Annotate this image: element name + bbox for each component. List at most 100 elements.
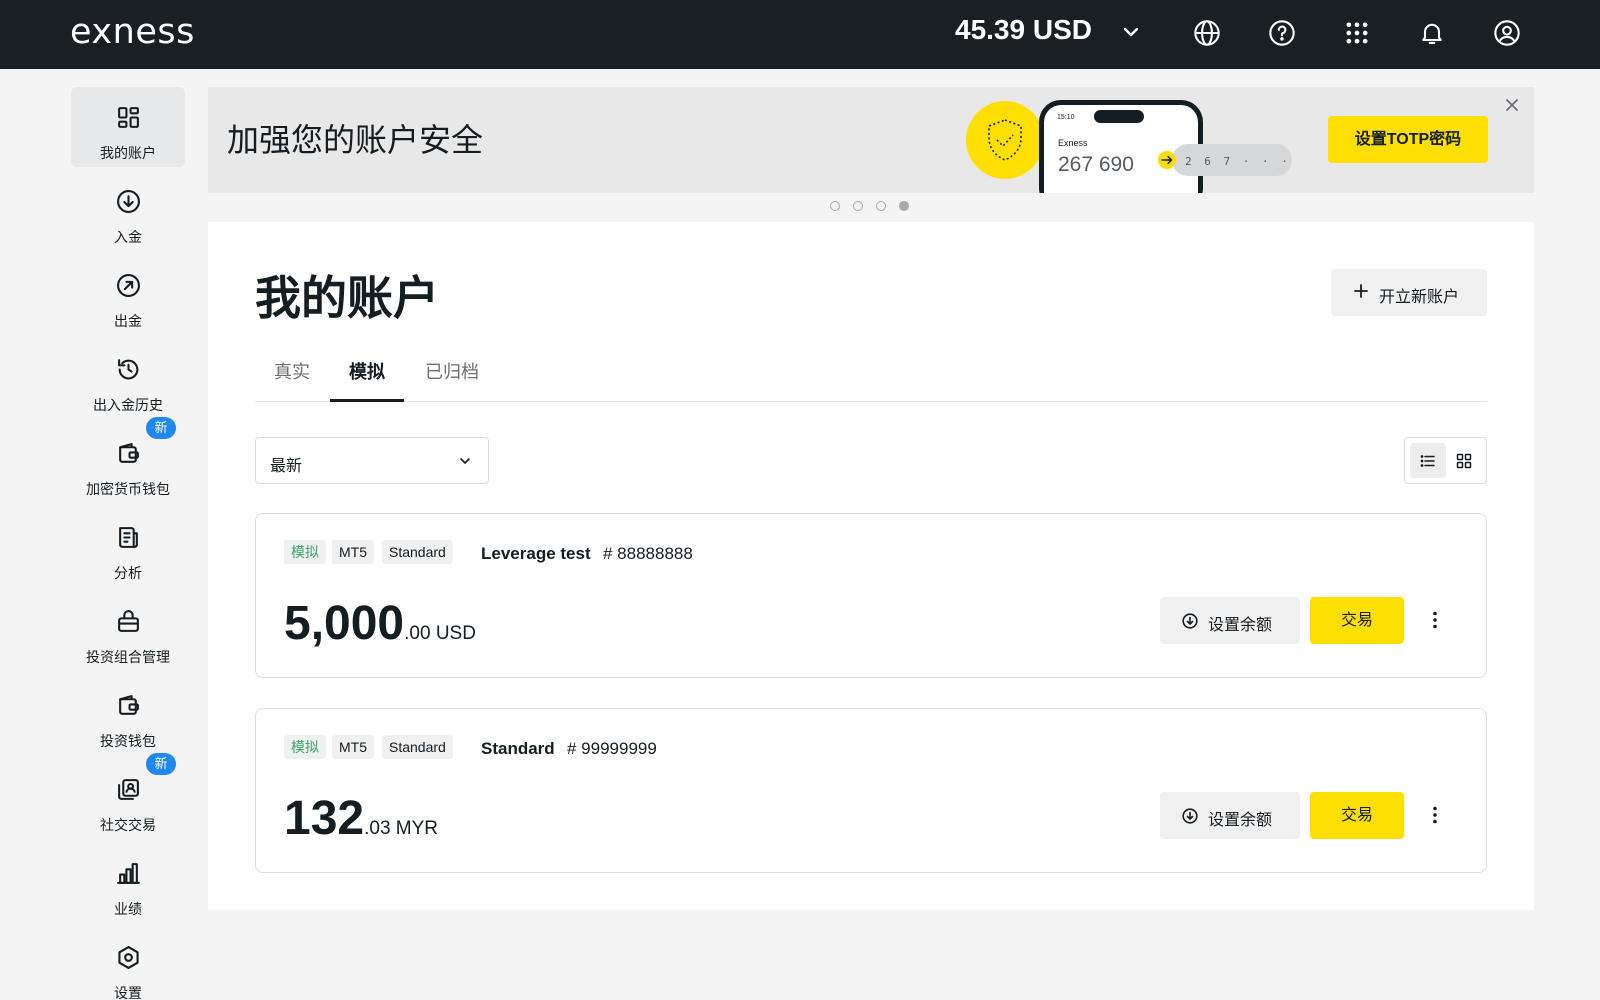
sidebar-item-label: 出金 [114,313,142,329]
sidebar-item-social-trading[interactable]: 社交交易 新 [71,753,185,839]
deposit-icon [1182,613,1198,629]
view-toggle [1404,437,1487,484]
grid-icon [1456,453,1472,469]
tab-real[interactable]: 真实 [274,358,310,402]
account-name: Standard [481,739,555,758]
phone-illustration: 15:10 Exness 267 690 2 6 7 · · · [966,100,1292,193]
open-new-account-label: 开立新账户 [1379,289,1460,306]
close-icon[interactable] [1504,97,1520,113]
account-amount: 132.03 MYR [284,791,438,846]
demo-tag: 模拟 [284,540,326,564]
new-badge: 新 [146,417,176,439]
list-view-button[interactable] [1410,443,1446,478]
sidebar-item-label: 我的账户 [100,145,156,161]
withdraw-icon [117,274,140,297]
demo-tag: 模拟 [284,735,326,759]
set-balance-button[interactable]: 设置余额 [1160,597,1300,644]
sidebar-item-investment-wallet[interactable]: 投资钱包 [71,675,185,755]
account-amount: 5,000.00 USD [284,596,476,651]
page-title: 我的账户 [255,272,439,324]
account-balance[interactable]: 45.39 USD [955,14,1092,46]
sort-value: 最新 [270,458,303,475]
deposit-icon [117,190,140,213]
account-type-tabs: 真实 模拟 已归档 [255,352,1487,402]
phone-code: 267 690 [1058,153,1134,176]
carousel-dot[interactable] [830,201,840,211]
set-balance-label: 设置余额 [1208,812,1273,829]
sidebar-item-analytics[interactable]: 分析 [71,507,185,587]
account-type-tag: Standard [382,540,453,564]
investment-wallet-icon [119,695,139,715]
carousel-dot-active[interactable] [899,201,909,211]
amount-integer: 132 [284,792,365,845]
open-new-account-button[interactable]: 开立新账户 [1331,269,1487,316]
trade-button[interactable]: 交易 [1310,792,1404,839]
sidebar-item-label: 社交交易 [100,817,156,833]
accounts-panel: 我的账户 开立新账户 真实 模拟 已归档 最新 模拟 MT5 Standard … [208,222,1534,910]
sidebar-item-label: 加密货币钱包 [86,481,170,497]
platform-tag: MT5 [332,735,374,759]
sidebar-item-label: 出入金历史 [93,397,163,413]
new-badge: 新 [146,753,176,775]
grid-view-button[interactable] [1446,443,1482,478]
amount-decimal: .03 MYR [364,818,439,839]
wallet-icon [119,443,139,463]
amount-decimal: .00 USD [404,623,476,644]
sidebar-item-performance[interactable]: 业绩 [71,843,185,923]
plus-icon [1354,284,1368,298]
carousel-dot[interactable] [876,201,886,211]
sidebar-item-label: 设置 [114,985,142,1000]
phone-time: 15:10 [1057,114,1075,121]
account-number: # 88888888 [603,544,693,563]
set-balance-label: 设置余额 [1208,617,1273,634]
sidebar-item-label: 业绩 [114,901,142,917]
help-icon[interactable] [1268,19,1296,47]
sidebar-item-label: 分析 [114,565,142,581]
tab-demo[interactable]: 模拟 [330,358,404,402]
platform-tag: MT5 [332,540,374,564]
account-card: 模拟 MT5 Standard Leverage test # 88888888… [255,513,1487,678]
sidebar-item-history[interactable]: 出入金历史 [71,339,185,419]
carousel-dot[interactable] [853,201,863,211]
sort-dropdown[interactable]: 最新 [255,437,489,484]
sidebar-item-withdraw[interactable]: 出金 [71,255,185,335]
setup-totp-button[interactable]: 设置TOTP密码 [1328,116,1488,163]
sidebar-item-crypto-wallet[interactable]: 加密货币钱包 新 [71,417,185,503]
set-balance-button[interactable]: 设置余额 [1160,792,1300,839]
account-name: Leverage test [481,544,591,563]
sidebar-item-label: 投资组合管理 [86,649,170,665]
exness-logo[interactable]: exness [70,12,195,52]
deposit-icon [1182,808,1198,824]
sidebar-item-label: 入金 [114,229,142,245]
performance-icon [117,863,140,884]
profile-icon[interactable] [1493,19,1521,47]
tab-archived[interactable]: 已归档 [425,358,479,402]
more-options-icon[interactable] [1424,609,1446,631]
dashboard-icon [118,107,139,128]
phone-brand: Exness [1058,138,1088,148]
history-icon [118,359,139,380]
sidebar-item-my-accounts[interactable]: 我的账户 [71,87,185,167]
more-options-icon[interactable] [1424,804,1446,826]
banner-title: 加强您的账户安全 [227,122,484,158]
trade-button[interactable]: 交易 [1310,597,1404,644]
globe-icon[interactable] [1193,19,1221,47]
amount-integer: 5,000 [284,597,405,650]
account-card: 模拟 MT5 Standard Standard # 99999999 132.… [255,708,1487,873]
sidebar-item-settings[interactable]: 设置 [71,927,185,1000]
account-number: # 99999999 [567,739,657,758]
code-digits: 2 6 7 · · · [1185,155,1291,168]
settings-icon [118,946,139,969]
sidebar-item-label: 投资钱包 [100,733,156,749]
bell-icon[interactable] [1418,19,1446,47]
social-trading-icon [118,779,139,800]
chevron-down-icon[interactable] [1119,20,1143,44]
chevron-down-icon [460,458,470,464]
apps-icon[interactable] [1343,19,1371,47]
sidebar-item-portfolio[interactable]: 投资组合管理 [71,591,185,671]
analytics-icon [119,527,138,548]
sidebar-item-deposit[interactable]: 入金 [71,171,185,251]
list-icon [1420,455,1435,467]
top-bar: exness 45.39 USD [0,0,1600,69]
portfolio-icon [118,610,139,632]
